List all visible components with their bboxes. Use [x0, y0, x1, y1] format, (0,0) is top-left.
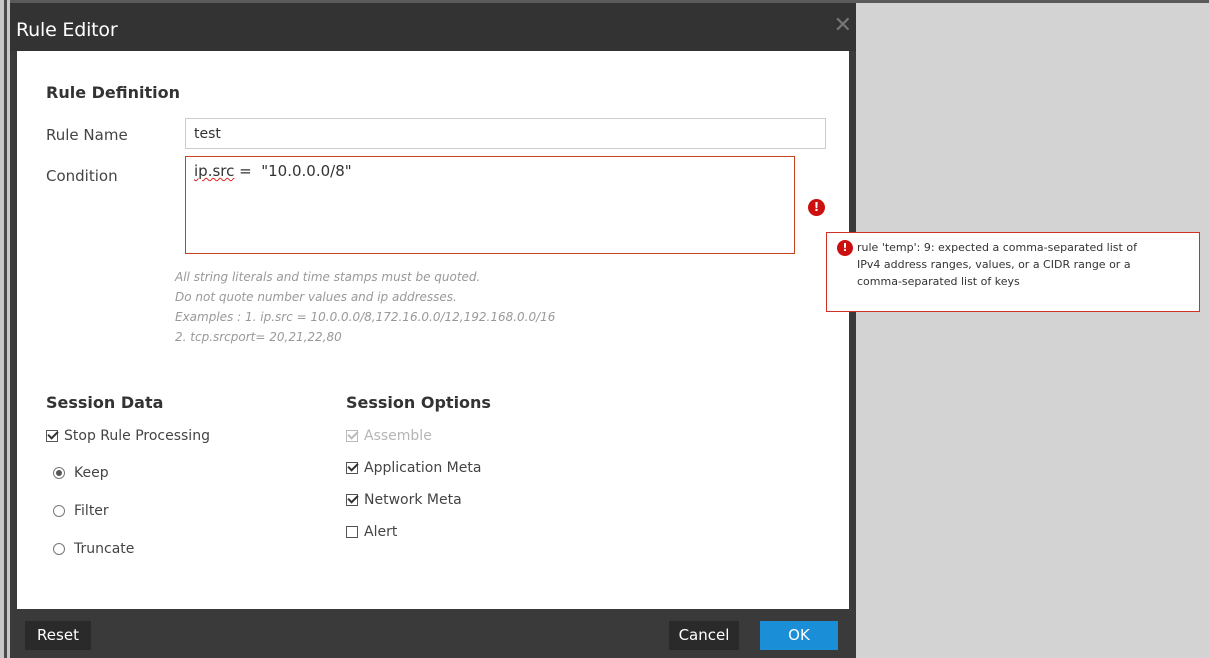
stop-rule-processing-checkbox[interactable]: Stop Rule Processing	[46, 428, 210, 444]
network-meta-checkbox[interactable]: Network Meta	[346, 492, 462, 508]
radio-icon	[53, 543, 65, 555]
radio-truncate[interactable]: Truncate	[53, 541, 134, 557]
error-line: IPv4 address ranges, values, or a CIDR r…	[857, 258, 1131, 271]
assemble-label: Assemble	[364, 428, 432, 444]
assemble-checkbox: Assemble	[346, 428, 432, 444]
radio-icon	[53, 467, 65, 479]
checkbox-icon	[346, 430, 358, 442]
radio-keep-label: Keep	[74, 465, 109, 481]
condition-hints: All string literals and time stamps must…	[175, 267, 555, 347]
condition-expression: = "10.0.0.0/8"	[234, 162, 352, 180]
alert-label: Alert	[364, 524, 398, 540]
condition-field-name: ip.src	[194, 162, 235, 180]
error-icon[interactable]: !	[808, 199, 825, 216]
error-line: comma-separated list of keys	[857, 275, 1020, 288]
application-meta-label: Application Meta	[364, 460, 482, 476]
alert-checkbox[interactable]: Alert	[346, 524, 397, 540]
condition-textarea[interactable]: ip.src = "10.0.0.0/8"	[185, 156, 795, 254]
left-edge	[0, 0, 10, 658]
hint-line: Do not quote number values and ip addres…	[175, 290, 457, 304]
stop-rule-processing-label: Stop Rule Processing	[64, 428, 210, 444]
checkbox-icon	[346, 494, 358, 506]
dialog-body: Rule Definition Rule Name test Condition…	[17, 51, 849, 609]
radio-keep[interactable]: Keep	[53, 465, 109, 481]
application-meta-checkbox[interactable]: Application Meta	[346, 460, 481, 476]
session-options-heading: Session Options	[346, 393, 491, 412]
checkbox-icon	[46, 430, 58, 442]
close-icon[interactable]: ✕	[834, 15, 852, 37]
dialog-footer: Reset Cancel OK	[10, 609, 856, 658]
radio-truncate-label: Truncate	[74, 541, 135, 557]
session-data-heading: Session Data	[46, 393, 164, 412]
dialog-title: Rule Editor	[16, 19, 118, 41]
rule-name-input[interactable]: test	[185, 118, 826, 149]
network-meta-label: Network Meta	[364, 492, 462, 508]
dialog-titlebar: Rule Editor ✕	[10, 3, 856, 51]
cancel-button[interactable]: Cancel	[669, 621, 739, 650]
radio-icon	[53, 505, 65, 517]
rule-editor-dialog: Rule Editor ✕ Rule Definition Rule Name …	[10, 3, 856, 658]
rule-name-label: Rule Name	[46, 126, 128, 144]
rule-definition-heading: Rule Definition	[46, 83, 180, 102]
radio-filter[interactable]: Filter	[53, 503, 109, 519]
condition-label: Condition	[46, 167, 118, 185]
error-tooltip: ! rule 'temp': 9: expected a comma-separ…	[826, 232, 1200, 312]
checkbox-icon	[346, 462, 358, 474]
error-line: rule 'temp': 9: expected a comma-separat…	[857, 241, 1137, 254]
rule-name-value: test	[194, 126, 221, 142]
hint-line: 2. tcp.srcport= 20,21,22,80	[175, 330, 342, 344]
ok-button[interactable]: OK	[760, 621, 838, 650]
hint-line: All string literals and time stamps must…	[175, 270, 481, 284]
reset-button[interactable]: Reset	[25, 621, 91, 650]
error-icon: !	[837, 240, 853, 256]
radio-filter-label: Filter	[74, 503, 109, 519]
checkbox-icon	[346, 526, 358, 538]
hint-line: Examples : 1. ip.src = 10.0.0.0/8,172.16…	[175, 310, 556, 324]
left-edge-line	[4, 0, 7, 658]
